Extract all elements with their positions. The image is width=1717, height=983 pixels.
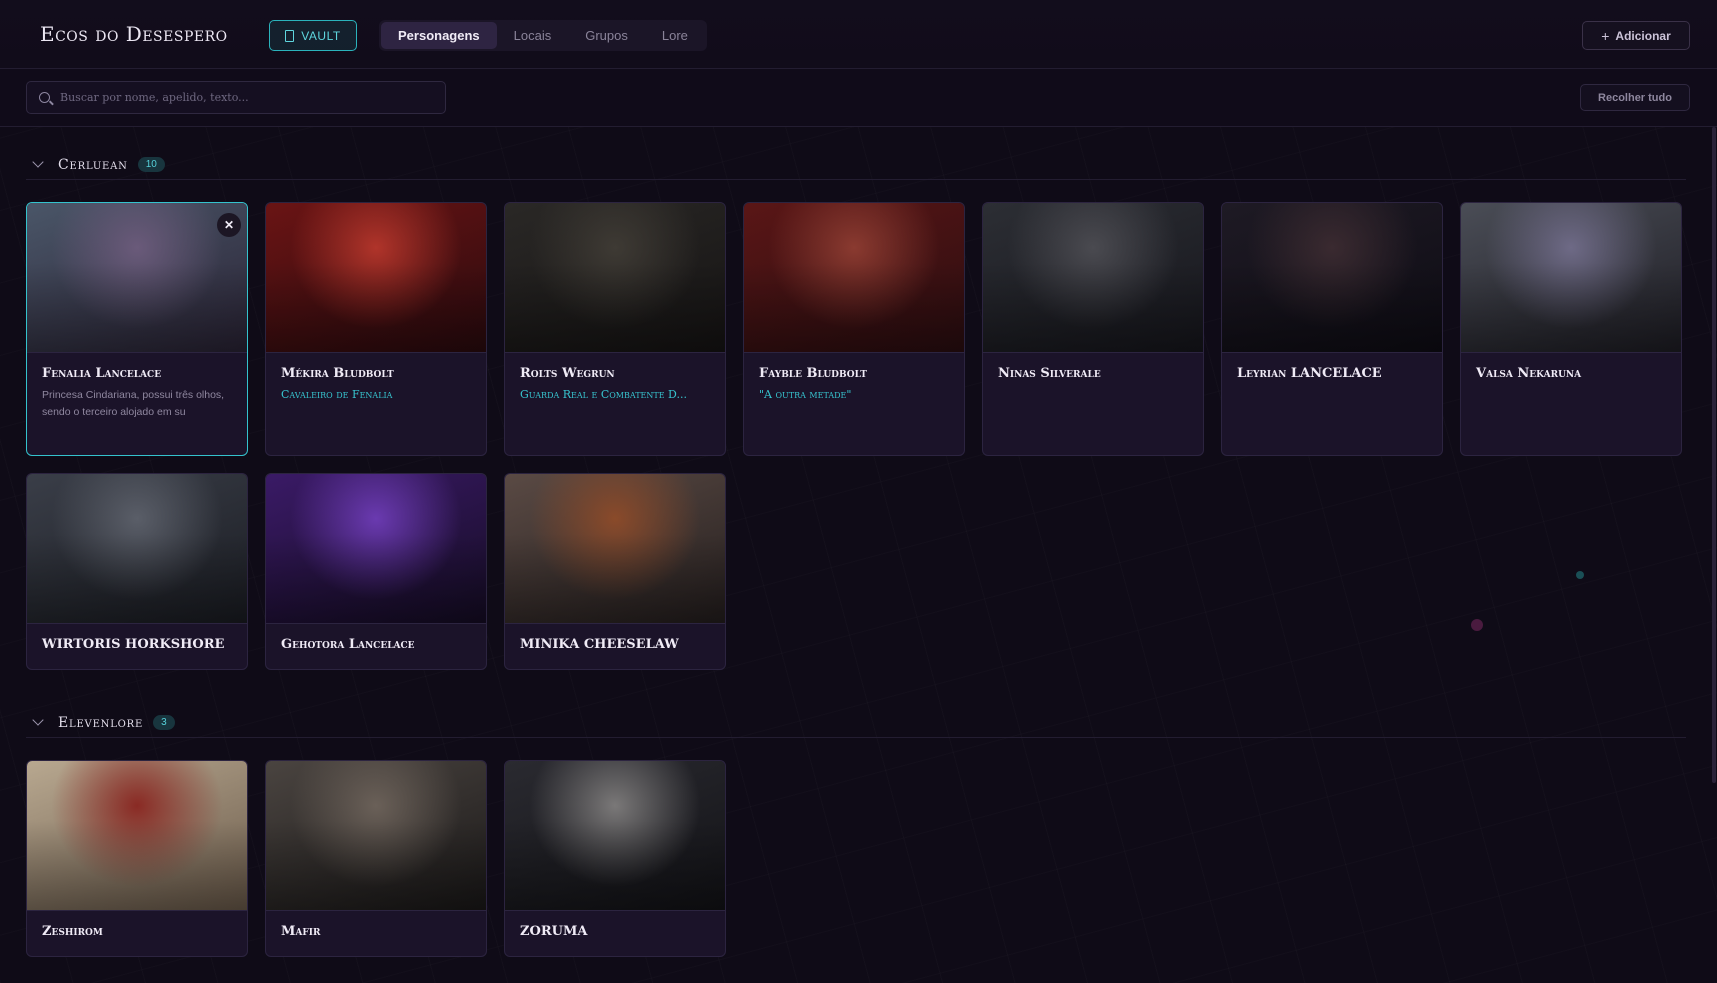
character-portrait — [1461, 203, 1681, 353]
character-card[interactable]: WIRTORIS HORKSHORE — [26, 473, 248, 670]
character-name: Fenalia Lancelace — [42, 366, 162, 381]
character-card[interactable]: ✕ Fenalia Lancelace Princesa Cindariana, p… — [26, 202, 248, 456]
decorative-dot — [1576, 571, 1584, 579]
character-portrait — [266, 474, 486, 624]
character-portrait — [505, 474, 725, 624]
character-subtitle: "A outra metade" — [759, 388, 852, 401]
vault-button[interactable]: VAULT — [269, 20, 357, 51]
tab-personagens[interactable]: Personagens — [381, 22, 497, 49]
character-name: MINIKA CHEESELAW — [520, 637, 679, 652]
character-subtitle: Cavaleiro de Fenalia — [281, 388, 393, 401]
chevron-down-icon[interactable] — [32, 713, 44, 726]
character-name: Ninas Silverale — [998, 366, 1101, 381]
chevron-down-icon[interactable] — [32, 155, 44, 168]
tab-lore[interactable]: Lore — [645, 22, 705, 49]
character-card[interactable]: Rolts Wegrun Guarda Real e Combatente D..… — [504, 202, 726, 456]
tab-locais[interactable]: Locais — [497, 22, 569, 49]
character-portrait — [744, 203, 964, 353]
character-portrait — [983, 203, 1203, 353]
character-name: WIRTORIS HORKSHORE — [42, 637, 225, 652]
character-portrait — [1222, 203, 1442, 353]
character-card[interactable]: MINIKA CHEESELAW — [504, 473, 726, 670]
character-card[interactable]: Zeshirom — [26, 760, 248, 957]
character-description: Princesa Cindariana, possui três olhos, … — [42, 389, 225, 418]
character-card[interactable]: Mékira Bludbolt Cavaleiro de Fenalia — [265, 202, 487, 456]
character-name: Zeshirom — [42, 924, 103, 939]
add-label: Adicionar — [1615, 28, 1671, 43]
plus-icon: + — [1601, 27, 1610, 44]
character-card[interactable]: Gehotora Lancelace — [265, 473, 487, 670]
decorative-dot — [1471, 619, 1483, 631]
add-button[interactable]: + Adicionar — [1582, 21, 1690, 50]
group-count-badge: 10 — [137, 157, 165, 172]
tab-grupos[interactable]: Grupos — [568, 22, 645, 49]
collapse-all-button[interactable]: Recolher tudo — [1580, 84, 1690, 111]
character-card[interactable]: Ninas Silverale — [982, 202, 1204, 456]
character-subtitle: Guarda Real e Combatente D... — [520, 388, 687, 401]
character-name: ZORUMA — [520, 924, 588, 939]
group-count-badge: 3 — [153, 715, 175, 730]
app-title: Ecos do Desespero — [40, 22, 228, 46]
character-card[interactable]: Leyrian LANCELACE — [1221, 202, 1443, 456]
character-name: Valsa Nekaruna — [1476, 366, 1582, 381]
character-name: Leyrian LANCELACE — [1237, 366, 1382, 381]
character-name: Fayble Bludbolt — [759, 366, 867, 381]
group-header[interactable]: Elevenlore 3 — [26, 708, 1686, 738]
character-portrait — [505, 203, 725, 353]
character-card[interactable]: ZORUMA — [504, 760, 726, 957]
search-input[interactable] — [60, 91, 420, 104]
character-portrait — [505, 761, 725, 911]
close-icon[interactable]: ✕ — [217, 213, 241, 237]
character-portrait — [27, 203, 247, 353]
character-card[interactable]: Fayble Bludbolt "A outra metade" — [743, 202, 965, 456]
character-portrait — [27, 474, 247, 624]
vault-label: VAULT — [301, 28, 341, 43]
search-icon — [39, 92, 50, 103]
background-grid — [0, 0, 1717, 983]
group-header[interactable]: Cerluean 10 — [26, 150, 1686, 180]
group-title: Elevenlore — [58, 714, 144, 731]
character-name: Mékira Bludbolt — [281, 366, 394, 381]
character-name: Rolts Wegrun — [520, 366, 615, 381]
character-name: Gehotora Lancelace — [281, 637, 415, 652]
group-title: Cerluean — [58, 156, 128, 173]
character-card[interactable]: Mafir — [265, 760, 487, 957]
character-portrait — [266, 203, 486, 353]
character-portrait — [27, 761, 247, 911]
search-toolbar: Recolher tudo — [0, 69, 1717, 127]
book-icon — [285, 29, 295, 42]
top-bar: Ecos do Desespero VAULT Personagens Loca… — [0, 0, 1717, 69]
scrollbar[interactable] — [1712, 127, 1716, 783]
search-box — [26, 81, 446, 114]
character-portrait — [266, 761, 486, 911]
character-name: Mafir — [281, 924, 321, 939]
tab-bar: Personagens Locais Grupos Lore — [379, 20, 707, 51]
character-card[interactable]: Valsa Nekaruna — [1460, 202, 1682, 456]
